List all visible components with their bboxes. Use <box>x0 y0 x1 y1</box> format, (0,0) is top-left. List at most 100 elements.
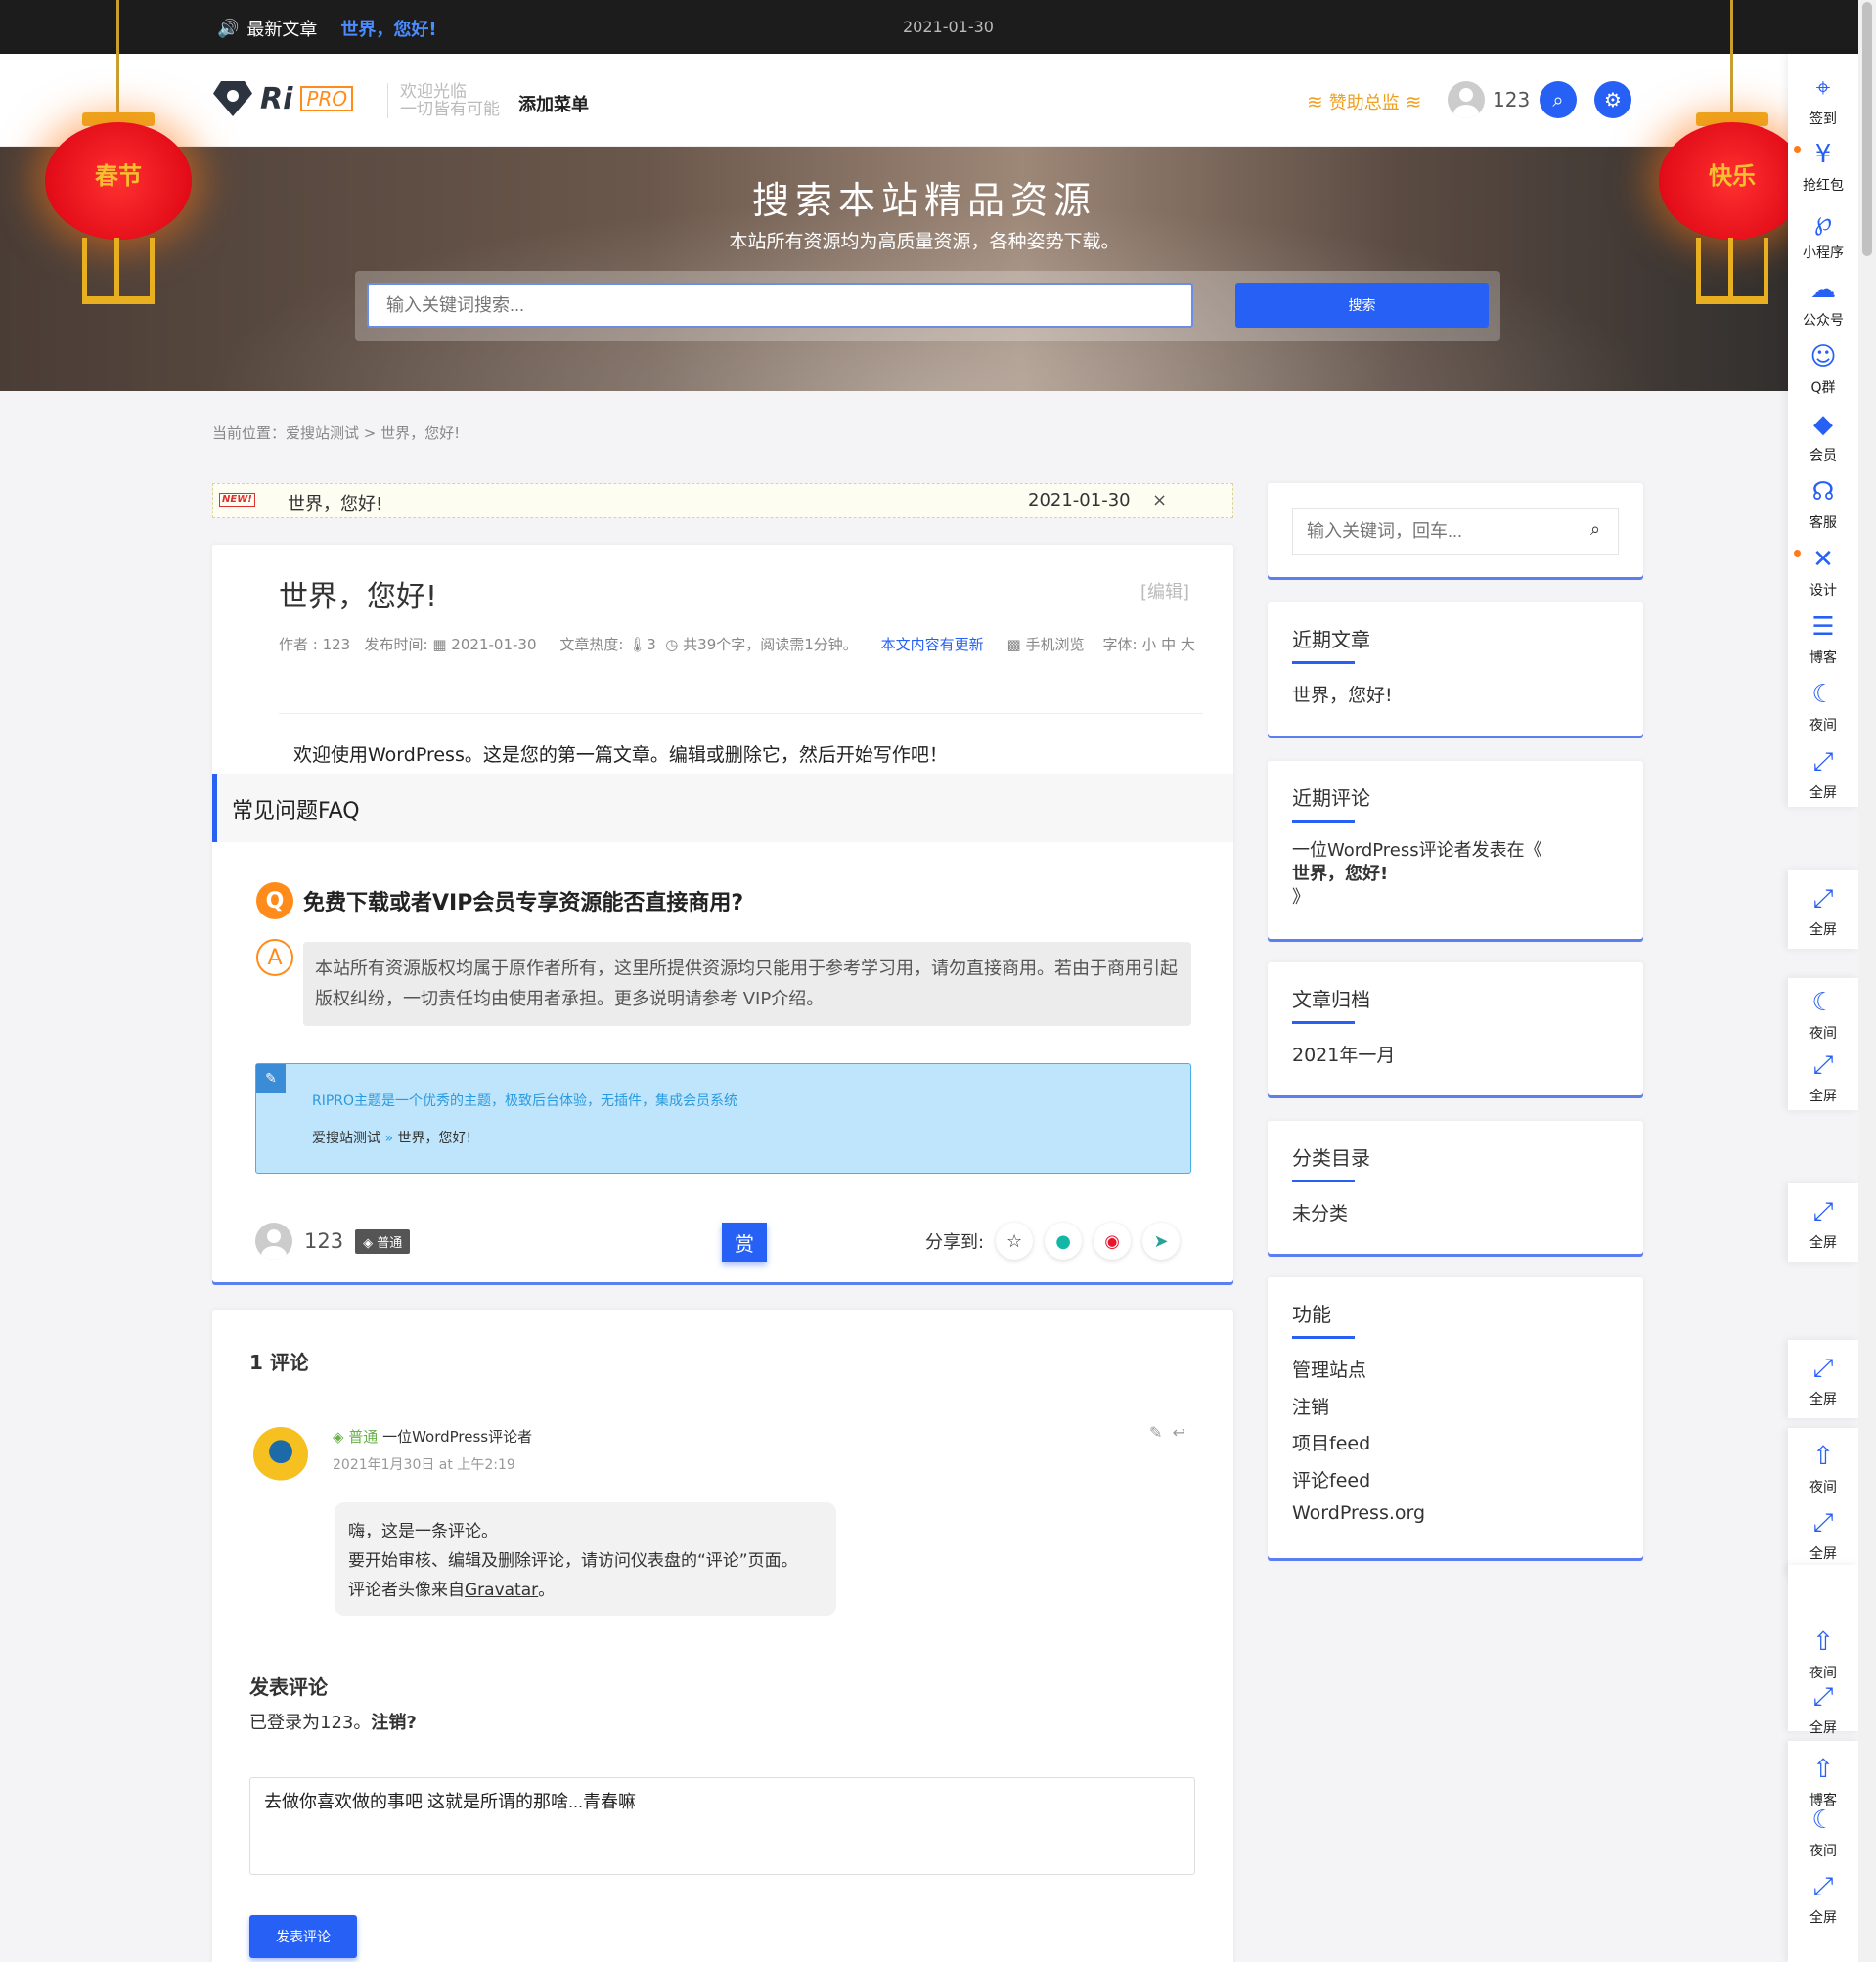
question-icon: Q <box>256 882 293 919</box>
author-name: 123 <box>304 1229 344 1253</box>
gravatar-link[interactable]: Gravatar <box>465 1581 538 1600</box>
star-icon[interactable]: ☆ <box>996 1223 1034 1260</box>
meta-link-logout[interactable]: 注销 <box>1292 1393 1329 1419</box>
toolbar-ghost-item[interactable]: ☾ 夜间 <box>1788 980 1858 1047</box>
toolbar-label: 夜间 <box>1809 1026 1837 1042</box>
toolbar-label: 全屏 <box>1809 1720 1837 1736</box>
settings-button[interactable]: ⚙ <box>1594 81 1631 118</box>
toolbar-label: 签到 <box>1809 111 1837 127</box>
site-logo[interactable]: Ri PRO <box>213 81 354 116</box>
toolbar-support[interactable]: ☊ 客服 <box>1788 469 1858 536</box>
widget-underline <box>1292 1180 1355 1182</box>
wing-right-icon: ≋ <box>1405 90 1422 113</box>
widget-recent-posts: 近期文章 世界，您好! <box>1268 602 1643 736</box>
recent-comment-link[interactable]: 世界，您好! <box>1292 863 1542 886</box>
widget-meta: 功能 管理站点 注销 项目feed 评论feed WordPress.org <box>1268 1277 1643 1558</box>
scrollbar-thumb[interactable] <box>1862 2 1872 256</box>
meta-link-feed[interactable]: 项目feed <box>1292 1429 1370 1455</box>
toolbar-label: 全屏 <box>1809 785 1837 801</box>
toolbar-miniprogram[interactable]: ℘ 小程序 <box>1788 200 1858 266</box>
meta-link-admin[interactable]: 管理站点 <box>1292 1356 1366 1382</box>
toolbar-fullscreen[interactable]: ⤢ 全屏 <box>1788 739 1858 806</box>
archive-link[interactable]: 2021年一月 <box>1292 1041 1395 1067</box>
toolbar-qq-group[interactable]: ☺ Q群 <box>1788 334 1858 401</box>
widget-underline <box>1292 661 1355 664</box>
pencil-icon[interactable]: ✎ <box>1149 1423 1162 1442</box>
notice-title-link[interactable]: 世界，您好! <box>340 16 436 41</box>
latest-notice[interactable]: 🔊 最新文章 世界，您好! <box>217 16 437 41</box>
comment-textarea[interactable]: 去做你喜欢做的事吧 这就是所谓的那啥...青春嘛 <box>249 1777 1195 1875</box>
add-menu-link[interactable]: 添加菜单 <box>518 91 589 116</box>
page-scrollbar[interactable] <box>1858 0 1876 1962</box>
hero-title: 搜索本站精品资源 <box>751 179 1096 222</box>
toolbar-label: Q群 <box>1810 380 1836 396</box>
sidebar-search-input[interactable] <box>1292 508 1619 555</box>
expand-icon: ⤢ <box>1812 1508 1834 1538</box>
toolbar-ghost: ⤢ 全屏 <box>1788 1340 1858 1418</box>
toolbar-night[interactable]: ☾ 夜间 <box>1788 672 1858 738</box>
telegram-icon[interactable]: ➤ <box>1142 1223 1181 1260</box>
meta-link-wordpress[interactable]: WordPress.org <box>1292 1502 1425 1524</box>
toolbar-ghost-item[interactable]: ⤢ 全屏 <box>1788 1043 1858 1109</box>
wing-left-icon: ≋ <box>1307 90 1323 113</box>
toolbar-ghost-item[interactable]: ⇧ 夜间 <box>1788 1434 1858 1500</box>
gear-icon: ⚙ <box>1604 88 1622 111</box>
commenter-name[interactable]: 一位WordPress评论者 <box>382 1428 532 1446</box>
toolbar-label: 会员 <box>1809 448 1837 464</box>
meta-mobile[interactable]: ▩ 手机浏览 <box>1007 636 1085 653</box>
divider <box>279 713 1203 714</box>
toolbar-label: 博客 <box>1809 650 1837 666</box>
category-link[interactable]: 未分类 <box>1292 1199 1348 1226</box>
toolbar-ghost: ⇧ 夜间 ⤢ 全屏 <box>1788 1428 1858 1575</box>
widget-title: 功能 <box>1292 1303 1331 1326</box>
toolbar-blog[interactable]: ☰ 博客 <box>1788 604 1858 671</box>
meta-font-size[interactable]: 字体: 小 中 大 <box>1103 636 1195 653</box>
qq-icon[interactable]: ● <box>1045 1223 1083 1260</box>
lantern-left: 春节 <box>45 0 192 308</box>
toolbar-signin[interactable]: ⌖ 签到 <box>1788 66 1858 132</box>
toolbar-ghost-item[interactable]: ⤢ 全屏 <box>1788 876 1858 943</box>
widget-underline <box>1292 820 1355 823</box>
toolbar-ghost-item[interactable]: ☾ 夜间 <box>1788 1798 1858 1864</box>
info-crumb-site[interactable]: 爱搜站测试 <box>312 1131 380 1146</box>
toolbar-label: 全屏 <box>1809 1235 1837 1251</box>
toolbar-ghost-item[interactable]: ⤢ 全屏 <box>1788 1864 1858 1931</box>
close-icon[interactable]: × <box>1152 490 1167 511</box>
submit-comment-button[interactable]: 发表评论 <box>249 1915 357 1958</box>
username: 123 <box>1493 88 1531 111</box>
author-box[interactable]: 123 ◈ 普通 <box>255 1223 411 1260</box>
recent-post-link[interactable]: 世界，您好! <box>1292 681 1393 707</box>
search-button[interactable]: ⌕ <box>1540 81 1577 118</box>
toolbar-label: 全屏 <box>1809 1089 1837 1104</box>
toolbar-ghost-item[interactable]: ⤢ 全屏 <box>1788 1189 1858 1256</box>
lantern-right: 快乐 <box>1659 0 1806 308</box>
edit-link[interactable]: [编辑] <box>1140 578 1189 603</box>
toolbar-ghost-item[interactable]: ⤢ 全屏 <box>1788 1674 1858 1741</box>
new-post-title[interactable]: 世界，您好! <box>288 490 382 515</box>
reply-icon[interactable]: ↩ <box>1173 1423 1185 1442</box>
toolbar-vip[interactable]: ◆ 会员 <box>1788 402 1858 468</box>
widget-title: 近期文章 <box>1292 628 1370 651</box>
toolbar-ghost: ⤢ 全屏 <box>1788 1183 1858 1262</box>
toolbar-ghost-item[interactable]: ⤢ 全屏 <box>1788 1346 1858 1412</box>
widget-archives: 文章归档 2021年一月 <box>1268 962 1643 1095</box>
hero-search-button[interactable]: 搜索 <box>1235 283 1489 328</box>
user-menu[interactable]: 123 <box>1448 81 1530 118</box>
hero-search-input[interactable] <box>367 283 1193 328</box>
logged-in-text: 已登录为123。 <box>249 1713 372 1733</box>
meta-link-comments-feed[interactable]: 评论feed <box>1292 1466 1370 1493</box>
toolbar-design[interactable]: ✕ 设计 <box>1788 537 1858 603</box>
expand-icon: ⤢ <box>1812 1682 1834 1712</box>
sponsor-link[interactable]: ≋ 赞助总监 ≋ <box>1307 89 1422 114</box>
site-header: Ri PRO 欢迎光临 一切皆有可能 添加菜单 ≋ 赞助总监 ≋ 123 ⌕ ⚙ <box>0 54 1858 147</box>
toolbar-redpacket[interactable]: ¥ 抢红包 <box>1788 132 1858 199</box>
logo-pro: PRO <box>300 86 354 111</box>
logout-link[interactable]: 注销? <box>371 1713 416 1733</box>
toolbar-wechat[interactable]: ☁ 公众号 <box>1788 267 1858 334</box>
weibo-icon[interactable]: ◉ <box>1094 1223 1132 1260</box>
expand-icon: ⤢ <box>1812 1050 1834 1080</box>
toolbar-ghost-item[interactable]: ⤢ 全屏 <box>1788 1500 1858 1567</box>
slogan-line2: 一切皆有可能 <box>400 100 500 119</box>
reward-button[interactable]: 赏 <box>722 1223 767 1262</box>
search-icon[interactable]: ⌕ <box>1590 519 1600 540</box>
